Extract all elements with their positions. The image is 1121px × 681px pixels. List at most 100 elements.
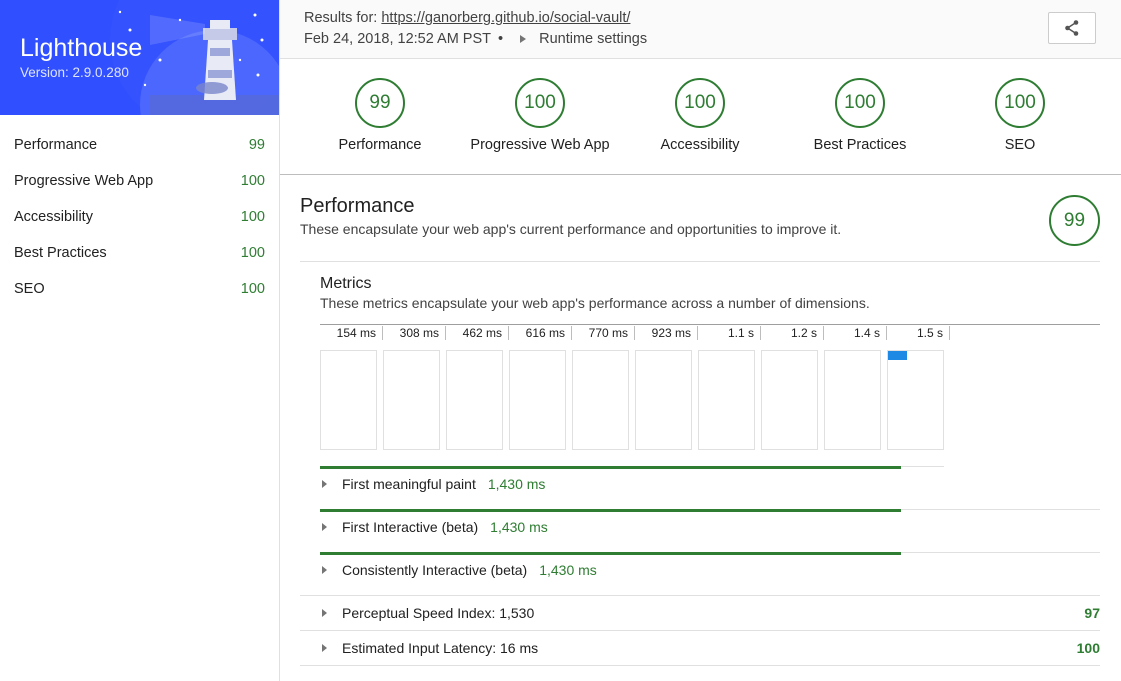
filmstrip-frame: [887, 350, 944, 450]
audit-score: 97: [1084, 605, 1100, 621]
filmstrip-frame: [635, 350, 692, 450]
section-title: Performance: [300, 195, 415, 217]
filmstrip-frame: [509, 350, 566, 450]
audit-estimated-input-latency[interactable]: Estimated Input Latency: 16 ms: [320, 640, 538, 656]
expand-triangle-icon: [322, 523, 327, 531]
sidebar-item-score: 100: [240, 245, 265, 261]
sidebar: Lighthouse Version: 2.9.0.280 Performanc…: [0, 0, 280, 681]
filmstrip-frame: [698, 350, 755, 450]
score-label: Performance: [338, 137, 422, 153]
category-nav: Performance 99 Progressive Web App 100 A…: [0, 127, 279, 307]
score-gauge: 100: [835, 78, 885, 128]
results-url-link[interactable]: https://ganorberg.github.io/social-vault…: [381, 10, 630, 26]
metric-bar-fmp: [320, 466, 901, 469]
sidebar-item-performance[interactable]: Performance 99: [0, 127, 279, 163]
sidebar-item-score: 100: [240, 173, 265, 189]
sidebar-item-seo[interactable]: SEO 100: [0, 271, 279, 307]
score-label: Progressive Web App: [470, 137, 610, 153]
expand-triangle-icon[interactable]: [520, 35, 527, 43]
separator-dot: •: [498, 31, 504, 47]
report-meta: Feb 24, 2018, 12:52 AM PST • Runtime set…: [304, 31, 647, 47]
filmstrip-frame: [446, 350, 503, 450]
score-gauge: 100: [515, 78, 565, 128]
metric-label: Consistently Interactive (beta): [342, 562, 528, 578]
metric-value: 1,430 ms: [487, 476, 546, 492]
timeline-tick: 462 ms: [446, 326, 509, 340]
filmstrip-frame: [824, 350, 881, 450]
filmstrip-frame: [383, 350, 440, 450]
app-title: Lighthouse: [20, 34, 143, 62]
audit-label: Perceptual Speed Index: 1,530: [342, 605, 535, 621]
metric-bar-ci: [320, 552, 901, 555]
metric-first-interactive[interactable]: First Interactive (beta) 1,430 ms: [320, 519, 548, 535]
sidebar-item-label: Performance: [14, 137, 98, 153]
sidebar-item-score: 100: [240, 281, 265, 297]
score-gauge: 99: [355, 78, 405, 128]
expand-triangle-icon: [322, 566, 327, 574]
divider: [300, 630, 1100, 631]
divider: [300, 261, 1100, 262]
section-score-gauge: 99: [1049, 195, 1100, 246]
score-label: Accessibility: [660, 137, 740, 153]
timeline-tick: 154 ms: [320, 326, 383, 340]
share-icon: [1065, 20, 1079, 36]
sidebar-item-label: Progressive Web App: [14, 173, 154, 189]
metric-consistently-interactive[interactable]: Consistently Interactive (beta) 1,430 ms: [320, 562, 597, 578]
metric-value: 1,430 ms: [539, 562, 597, 578]
sidebar-item-label: Accessibility: [14, 209, 93, 225]
page-render-thumbnail: [888, 351, 907, 360]
sidebar-item-accessibility[interactable]: Accessibility 100: [0, 199, 279, 235]
share-button[interactable]: [1048, 12, 1096, 44]
audit-label: Estimated Input Latency: 16 ms: [342, 640, 539, 656]
metrics-description: These metrics encapsulate your web app's…: [320, 295, 870, 311]
report-date: Feb 24, 2018, 12:52 AM PST: [304, 31, 492, 47]
timeline-tick: 308 ms: [383, 326, 446, 340]
score-best-practices[interactable]: 100 Best Practices: [780, 78, 940, 153]
divider: [300, 595, 1100, 596]
metric-label: First Interactive (beta): [342, 519, 479, 535]
runtime-settings-toggle[interactable]: Runtime settings: [539, 31, 647, 47]
metric-value: 1,430 ms: [490, 519, 548, 535]
sidebar-item-label: Best Practices: [14, 245, 107, 261]
filmstrip-frame: [761, 350, 818, 450]
sidebar-item-score: 100: [240, 209, 265, 225]
filmstrip-frame: [320, 350, 377, 450]
timeline-tick: 616 ms: [509, 326, 572, 340]
score-performance[interactable]: 99 Performance: [300, 78, 460, 153]
results-prefix: Results for:: [304, 10, 382, 26]
brand-header: Lighthouse Version: 2.9.0.280: [0, 0, 279, 115]
metric-first-meaningful-paint[interactable]: First meaningful paint 1,430 ms: [320, 476, 545, 492]
sidebar-item-best-practices[interactable]: Best Practices 100: [0, 235, 279, 271]
timeline-axis: [320, 324, 1100, 325]
metric-bar-fi: [320, 509, 901, 512]
score-pwa[interactable]: 100 Progressive Web App: [460, 78, 620, 153]
sidebar-item-pwa[interactable]: Progressive Web App 100: [0, 163, 279, 199]
app-version: Version: 2.9.0.280: [20, 65, 129, 80]
score-label: Best Practices: [813, 137, 907, 153]
score-seo[interactable]: 100 SEO: [940, 78, 1100, 153]
audit-perceptual-speed-index[interactable]: Perceptual Speed Index: 1,530: [320, 605, 534, 621]
timeline-tick: 923 ms: [635, 326, 698, 340]
timeline-tick: 1.2 s: [761, 326, 824, 340]
metric-label: First meaningful paint: [342, 476, 476, 492]
audit-score: 100: [1076, 640, 1100, 656]
expand-triangle-icon: [322, 609, 327, 617]
score-gauge: 100: [675, 78, 725, 128]
divider: [300, 665, 1100, 666]
results-for: Results for: https://ganorberg.github.io…: [304, 10, 630, 26]
section-description: These encapsulate your web app's current…: [300, 221, 842, 237]
score-accessibility[interactable]: 100 Accessibility: [620, 78, 780, 153]
sidebar-item-score: 99: [248, 137, 265, 153]
score-summary: 99 Performance 100 Progressive Web App 1…: [280, 60, 1121, 175]
report-main: Results for: https://ganorberg.github.io…: [280, 0, 1121, 681]
timeline-tick: 1.5 s: [887, 326, 950, 340]
timeline-tick: 770 ms: [572, 326, 635, 340]
expand-triangle-icon: [322, 644, 327, 652]
filmstrip-frame: [572, 350, 629, 450]
report-header: Results for: https://ganorberg.github.io…: [280, 0, 1121, 59]
score-gauge: 100: [995, 78, 1045, 128]
metrics-title: Metrics: [320, 275, 372, 292]
sidebar-item-label: SEO: [14, 281, 45, 297]
timeline-tick: 1.4 s: [824, 326, 887, 340]
expand-triangle-icon: [322, 480, 327, 488]
